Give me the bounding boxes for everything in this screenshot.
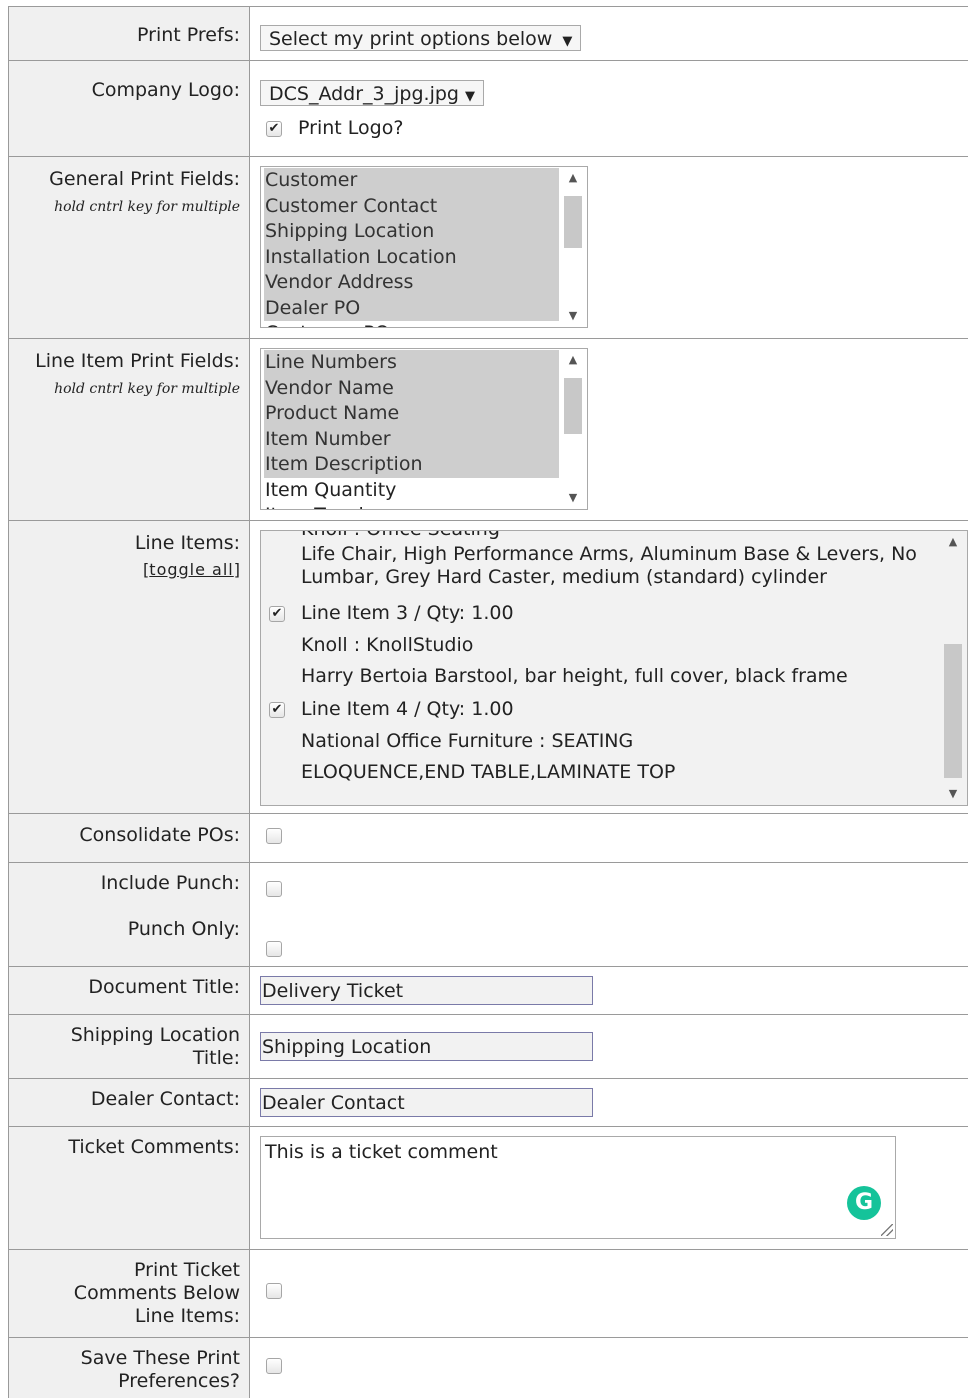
partial-vendor-text: Knoll : Office Seating xyxy=(269,530,929,539)
general-fields-listbox[interactable]: CustomerCustomer ContactShipping Locatio… xyxy=(260,166,588,328)
row-line-item-fields: Line Item Print Fields: hold cntrl key f… xyxy=(9,339,968,521)
line-item-3: ✔ Line Item 3 / Qty: 1.00 xyxy=(269,601,929,625)
save-prefs-label: Save These Print Preferences? xyxy=(59,1347,240,1393)
dealer-contact-input[interactable] xyxy=(260,1088,593,1117)
shipping-title-input[interactable] xyxy=(260,1032,593,1061)
line-item-4-checkbox[interactable]: ✔ xyxy=(269,702,285,718)
list-option[interactable]: Item Description xyxy=(264,452,559,478)
scroll-thumb[interactable] xyxy=(944,644,962,778)
general-fields-label: General Print Fields: xyxy=(9,168,240,191)
list-option[interactable]: Customer xyxy=(264,168,559,194)
consolidate-label: Consolidate POs: xyxy=(9,824,240,847)
list-option[interactable]: Dealer PO xyxy=(264,296,559,322)
row-save-prefs: Save These Print Preferences? xyxy=(9,1338,968,1398)
general-fields-scrollbar[interactable]: ▲ ▼ xyxy=(560,168,586,326)
row-dealer-contact: Dealer Contact: xyxy=(9,1079,968,1127)
line-items-box[interactable]: Knoll : Office Seating Life Chair, High … xyxy=(260,530,968,806)
company-logo-label: Company Logo: xyxy=(9,79,240,102)
punch-only-label: Punch Only: xyxy=(9,918,240,941)
row-line-items: Line Items: [toggle all] Knoll : Office … xyxy=(9,521,968,814)
ticket-comments-value: This is a ticket comment xyxy=(265,1141,498,1163)
list-option[interactable]: Product Name xyxy=(264,401,559,427)
punch-only-checkbox[interactable] xyxy=(266,941,282,957)
list-option[interactable]: Item Number xyxy=(264,427,559,453)
scroll-thumb[interactable] xyxy=(564,196,582,248)
include-punch-label: Include Punch: xyxy=(9,872,240,895)
line-item-4-title: Line Item 4 / Qty: 1.00 xyxy=(301,698,514,720)
list-option[interactable]: Item Tagging xyxy=(264,503,559,510)
line-items-scrollbar[interactable]: ▲ ▼ xyxy=(940,532,966,804)
line-item-3-description: Harry Bertoia Barstool, bar height, full… xyxy=(269,664,929,688)
list-option[interactable]: Installation Location xyxy=(264,245,559,271)
row-print-prefs: Print Prefs: Select my print options bel… xyxy=(9,7,968,61)
general-fields-hint: hold cntrl key for multiple xyxy=(9,199,240,215)
line-items-content: Knoll : Office Seating Life Chair, High … xyxy=(269,530,929,784)
save-prefs-checkbox[interactable] xyxy=(266,1358,282,1374)
line-item-4: ✔ Line Item 4 / Qty: 1.00 xyxy=(269,697,929,721)
general-fields-options: CustomerCustomer ContactShipping Locatio… xyxy=(264,168,559,328)
dealer-contact-label: Dealer Contact: xyxy=(9,1088,240,1111)
include-punch-checkbox[interactable] xyxy=(266,881,282,897)
resize-handle-icon[interactable] xyxy=(881,1224,893,1236)
line-items-label: Line Items: xyxy=(9,532,240,555)
scroll-thumb[interactable] xyxy=(564,378,582,434)
list-option[interactable]: Vendor Name xyxy=(264,376,559,402)
scroll-down-icon[interactable]: ▼ xyxy=(940,784,966,804)
print-prefs-label: Print Prefs: xyxy=(9,24,240,47)
document-title-input[interactable] xyxy=(260,976,593,1005)
list-option[interactable]: Shipping Location xyxy=(264,219,559,245)
print-prefs-value: Select my print options below xyxy=(269,28,552,50)
document-title-label: Document Title: xyxy=(9,976,240,999)
scroll-up-icon[interactable]: ▲ xyxy=(560,168,586,188)
line-item-fields-listbox[interactable]: Line NumbersVendor NameProduct NameItem … xyxy=(260,348,588,510)
row-document-title: Document Title: xyxy=(9,967,968,1015)
row-punch: Include Punch: Punch Only: xyxy=(9,863,968,967)
print-below-checkbox[interactable] xyxy=(266,1283,282,1299)
row-ticket-comments: Ticket Comments: This is a ticket commen… xyxy=(9,1127,968,1250)
print-options-form: Print Prefs: Select my print options bel… xyxy=(8,6,968,1398)
print-prefs-select[interactable]: Select my print options below ▼ xyxy=(260,25,581,51)
item2-description: Life Chair, High Performance Arms, Alumi… xyxy=(269,543,941,589)
list-option[interactable]: Line Numbers xyxy=(264,350,559,376)
scroll-down-icon[interactable]: ▼ xyxy=(560,306,586,326)
list-option[interactable]: Customer Contact xyxy=(264,194,559,220)
consolidate-checkbox[interactable] xyxy=(266,828,282,844)
company-logo-select[interactable]: DCS_Addr_3_jpg.jpg ▼ xyxy=(260,80,484,106)
line-item-3-checkbox[interactable]: ✔ xyxy=(269,606,285,622)
company-logo-value: DCS_Addr_3_jpg.jpg xyxy=(269,83,459,105)
print-logo-label: Print Logo? xyxy=(298,117,403,139)
row-general-fields: General Print Fields: hold cntrl key for… xyxy=(9,157,968,339)
chevron-down-icon: ▼ xyxy=(465,89,475,104)
toggle-all-link[interactable]: toggle all xyxy=(149,560,233,579)
list-option[interactable]: Vendor Address xyxy=(264,270,559,296)
scroll-up-icon[interactable]: ▲ xyxy=(560,350,586,370)
print-logo-checkbox[interactable]: ✔ xyxy=(266,121,282,137)
line-item-3-title: Line Item 3 / Qty: 1.00 xyxy=(301,602,514,624)
line-item-fields-scrollbar[interactable]: ▲ ▼ xyxy=(560,350,586,508)
row-shipping-title: Shipping Location Title: xyxy=(9,1015,968,1079)
line-item-fields-hint: hold cntrl key for multiple xyxy=(9,381,240,397)
chevron-down-icon: ▼ xyxy=(562,34,572,49)
ticket-comments-textarea[interactable]: This is a ticket comment G xyxy=(260,1136,896,1239)
line-item-fields-label: Line Item Print Fields: xyxy=(9,350,240,373)
row-company-logo: Company Logo: DCS_Addr_3_jpg.jpg ▼ ✔ Prin… xyxy=(9,61,968,157)
row-print-below: Print Ticket Comments Below Line Items: xyxy=(9,1250,968,1338)
shipping-title-label: Shipping Location Title: xyxy=(69,1024,240,1070)
line-item-4-vendor: National Office Furniture : SEATING xyxy=(269,729,929,753)
print-below-label: Print Ticket Comments Below Line Items: xyxy=(69,1259,240,1328)
scroll-up-icon[interactable]: ▲ xyxy=(940,532,966,552)
ticket-comments-label: Ticket Comments: xyxy=(9,1136,240,1159)
scroll-down-icon[interactable]: ▼ xyxy=(560,488,586,508)
line-item-4-description: ELOQUENCE,END TABLE,LAMINATE TOP xyxy=(269,760,929,784)
list-option[interactable]: Customer PO xyxy=(264,321,559,328)
line-item-3-vendor: Knoll : KnollStudio xyxy=(269,633,929,657)
row-consolidate: Consolidate POs: xyxy=(9,814,968,863)
grammarly-icon[interactable]: G xyxy=(847,1186,881,1220)
list-option[interactable]: Item Quantity xyxy=(264,478,559,504)
print-logo-row: ✔ Print Logo? xyxy=(260,117,968,139)
line-item-fields-options: Line NumbersVendor NameProduct NameItem … xyxy=(264,350,559,510)
